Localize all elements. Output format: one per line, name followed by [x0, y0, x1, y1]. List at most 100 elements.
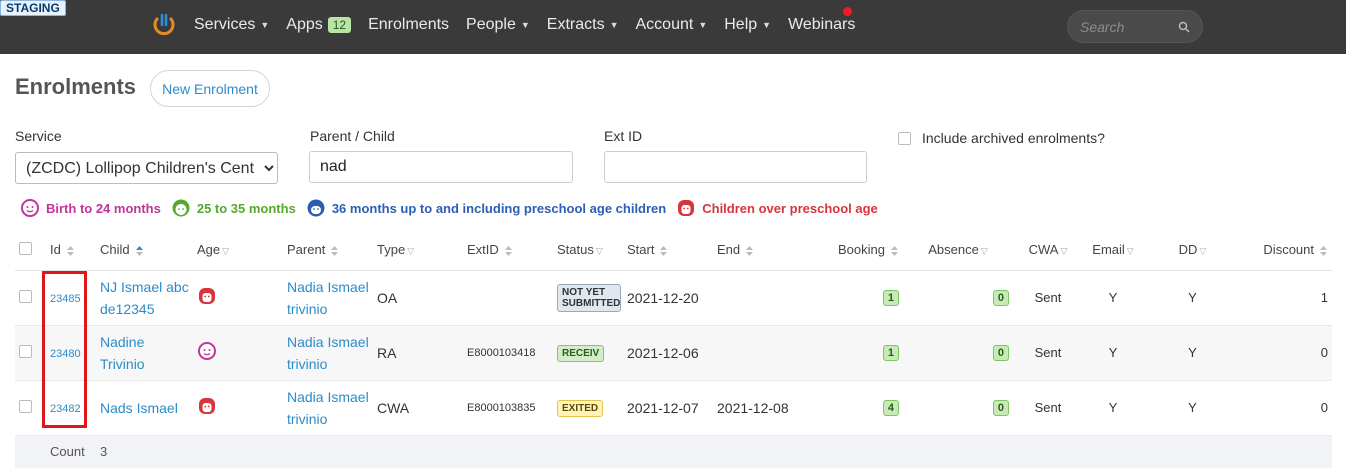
parent-link[interactable]: Nadia Ismael trivinio	[287, 279, 369, 317]
col-booking[interactable]: Booking	[803, 230, 903, 271]
ext-id-label: Ext ID	[604, 128, 643, 144]
parent-link[interactable]: Nadia Ismael trivinio	[287, 334, 369, 372]
email-cell: Y	[1083, 270, 1143, 326]
env-badge: STAGING	[0, 0, 66, 16]
nav-enrolments[interactable]: Enrolments	[368, 16, 449, 34]
booking-count-badge[interactable]: 4	[882, 400, 899, 416]
booking-cell: 4	[803, 380, 903, 436]
enrolment-id-link[interactable]: 23482	[50, 403, 81, 415]
select-all-checkbox[interactable]	[19, 241, 32, 255]
parent-child-input[interactable]	[309, 151, 573, 183]
start-cell: 2021-12-06	[623, 325, 713, 381]
nav-apps[interactable]: Apps 12	[286, 16, 352, 34]
type-cell: RA	[373, 325, 463, 381]
end-cell	[713, 270, 803, 326]
dd-cell: Y	[1143, 270, 1242, 326]
legend-25-to-35: 25 to 35 months	[171, 198, 296, 218]
parent-cell: Nadia Ismael trivinio	[283, 380, 373, 436]
table-row: 23485 NJ Ismael abc de12345 Nadia Ismael…	[15, 270, 1332, 326]
app-logo-icon[interactable]	[152, 12, 176, 36]
row-select-cell	[15, 380, 46, 436]
enrolment-id-link[interactable]: 23485	[50, 293, 81, 305]
child-link[interactable]: Nadine Trivinio	[100, 334, 145, 372]
end-cell: 2021-12-08	[713, 380, 803, 436]
school-child-icon	[678, 200, 695, 216]
col-child[interactable]: Child	[96, 230, 193, 271]
baby-face-icon	[198, 342, 216, 360]
col-parent[interactable]: Parent	[283, 230, 373, 271]
nav-account[interactable]: Account ▼	[636, 16, 708, 34]
cwa-cell: Sent	[1013, 270, 1083, 326]
absence-cell: 0	[903, 270, 1013, 326]
col-absence[interactable]: Absence ▽	[903, 230, 1013, 271]
cwa-cell: Sent	[1013, 380, 1083, 436]
status-badge: EXITED	[557, 399, 604, 417]
col-type[interactable]: Type ▽	[373, 230, 463, 271]
nav-help[interactable]: Help ▼	[724, 16, 771, 34]
col-id[interactable]: Id	[46, 230, 96, 271]
booking-cell: 1	[803, 270, 903, 326]
school-child-icon	[199, 398, 215, 414]
parent-child-label: Parent / Child	[310, 128, 395, 144]
row-checkbox[interactable]	[19, 399, 32, 413]
search-box[interactable]	[1067, 10, 1203, 43]
child-cell: Nads Ismael	[96, 380, 193, 436]
sort-icon	[746, 245, 754, 256]
chevron-down-icon: ▽	[222, 246, 230, 257]
chevron-down-icon: ▽	[1199, 246, 1207, 257]
count-spacer	[15, 435, 46, 468]
chevron-down-icon: ▼	[698, 20, 708, 30]
new-enrolment-button[interactable]: New Enrolment	[150, 70, 270, 107]
search-input[interactable]	[1078, 16, 1178, 38]
notification-dot	[843, 7, 852, 16]
child-link[interactable]: NJ Ismael abc de12345	[100, 279, 189, 317]
col-age[interactable]: Age ▽	[193, 230, 283, 271]
parent-link[interactable]: Nadia Ismael trivinio	[287, 389, 369, 427]
sort-icon	[891, 245, 898, 256]
include-archived-checkbox[interactable]	[898, 132, 911, 145]
col-discount[interactable]: Discount	[1242, 230, 1332, 271]
enrolments-table-wrap: Id Child Age ▽ Parent Type ▽ ExtID Status ▽…	[15, 230, 1332, 468]
sort-icon	[504, 245, 512, 256]
id-cell: 23482	[46, 380, 96, 436]
chevron-down-icon: ▼	[609, 20, 619, 30]
nav-services[interactable]: Services ▼	[194, 16, 269, 34]
col-cwa[interactable]: CWA ▽	[1013, 230, 1083, 271]
chevron-down-icon: ▽	[980, 246, 988, 257]
absence-count-badge[interactable]: 0	[992, 345, 1009, 361]
chevron-down-icon: ▽	[1060, 246, 1068, 257]
booking-count-badge[interactable]: 1	[882, 345, 899, 361]
row-checkbox[interactable]	[19, 289, 32, 303]
apps-count-badge: 12	[327, 17, 352, 33]
col-dd[interactable]: DD ▽	[1143, 230, 1242, 271]
ext-id-input[interactable]	[604, 151, 867, 183]
nav-webinars[interactable]: Webinars	[788, 16, 855, 34]
col-email[interactable]: Email ▽	[1083, 230, 1143, 271]
search-icon[interactable]	[1178, 21, 1190, 33]
parent-cell: Nadia Ismael trivinio	[283, 270, 373, 326]
col-end[interactable]: End	[713, 230, 803, 271]
id-cell: 23480	[46, 325, 96, 381]
absence-count-badge[interactable]: 0	[992, 400, 1009, 416]
absence-count-badge[interactable]: 0	[992, 290, 1009, 306]
main-nav: Services ▼ Apps 12 Enrolments People ▼ Extr…	[194, 0, 872, 50]
col-extid[interactable]: ExtID	[463, 230, 553, 271]
include-archived-label: Include archived enrolments?	[922, 130, 1105, 146]
enrolment-id-link[interactable]: 23480	[50, 348, 81, 360]
child-cell: Nadine Trivinio	[96, 325, 193, 381]
chevron-down-icon: ▽	[595, 246, 603, 257]
child-link[interactable]: Nads Ismael	[100, 400, 178, 416]
row-checkbox[interactable]	[19, 344, 32, 358]
discount-cell: 0	[1242, 325, 1332, 381]
legend-birth-to-24: Birth to 24 months	[20, 198, 161, 218]
preschool-child-icon	[307, 199, 325, 217]
nav-extracts[interactable]: Extracts ▼	[547, 16, 619, 34]
chevron-down-icon: ▼	[260, 20, 270, 30]
service-select[interactable]: (ZCDC) Lollipop Children's Cent	[15, 152, 278, 184]
col-status[interactable]: Status ▽	[553, 230, 623, 271]
col-start[interactable]: Start	[623, 230, 713, 271]
type-cell: CWA	[373, 380, 463, 436]
booking-count-badge[interactable]: 1	[882, 290, 899, 306]
nav-people[interactable]: People ▼	[466, 16, 530, 34]
chevron-down-icon: ▼	[762, 20, 772, 30]
